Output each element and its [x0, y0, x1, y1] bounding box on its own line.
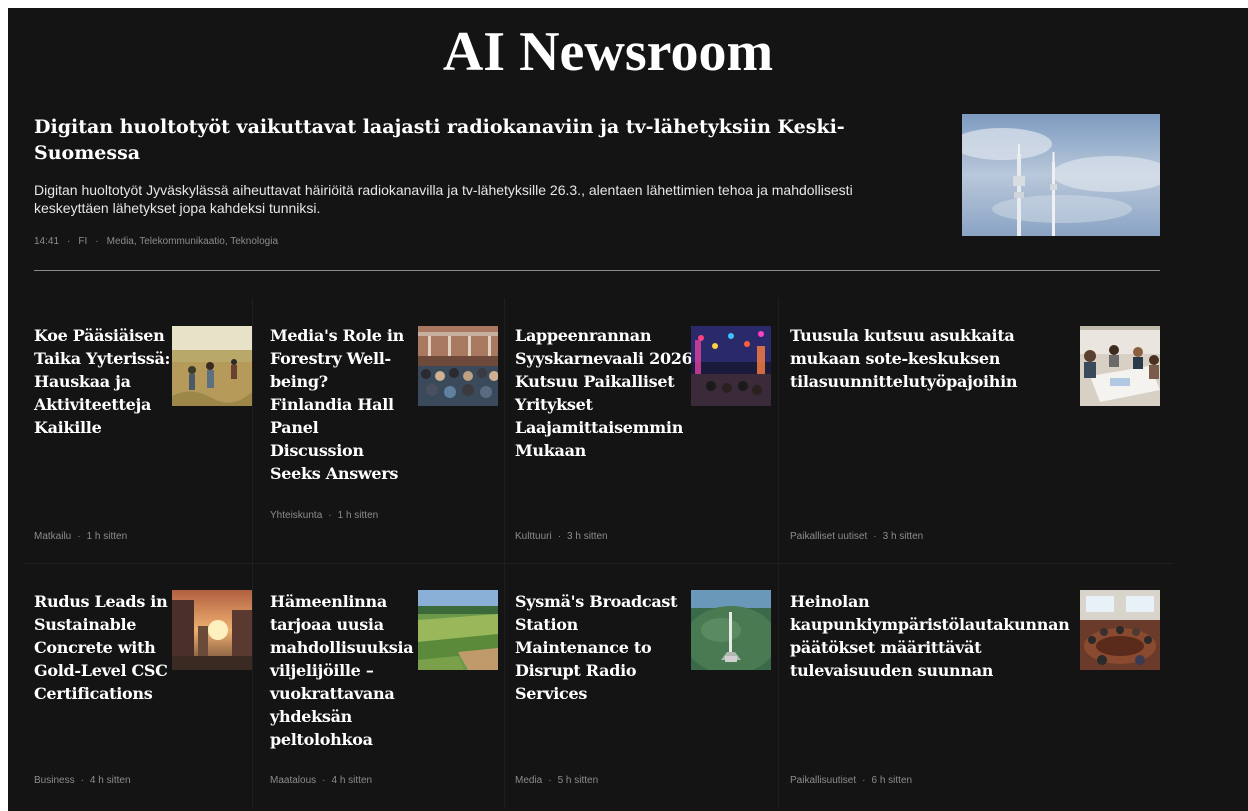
hero-language: FI: [78, 236, 88, 247]
meta-separator: ·: [328, 510, 332, 521]
broadcast-tower-image[interactable]: [691, 590, 771, 670]
card-meta: Maatalous · 4 h sitten: [270, 773, 372, 789]
grid-separator: [778, 298, 779, 808]
meta-separator: ·: [95, 236, 99, 247]
card-meta: Yhteiskunta · 1 h sitten: [270, 508, 390, 524]
carnival-image[interactable]: [691, 326, 771, 406]
card-time: 6 h sitten: [871, 775, 913, 786]
meadow-image[interactable]: [172, 326, 252, 406]
farm-fields-image[interactable]: [418, 590, 498, 670]
card-meta: Matkailu · 1 h sitten: [34, 529, 127, 545]
council-meeting-image[interactable]: [1080, 590, 1160, 670]
card-category[interactable]: Paikalliset uutiset: [790, 531, 867, 542]
article-card[interactable]: Media's Role in Forestry Well-being? Fin…: [270, 324, 500, 554]
card-title[interactable]: Rudus Leads in Sustainable Concrete with…: [34, 590, 176, 705]
card-category[interactable]: Yhteiskunta: [270, 510, 322, 521]
card-category[interactable]: Paikallisuutiset: [790, 775, 856, 786]
card-category[interactable]: Matkailu: [34, 531, 71, 542]
card-meta: Kulttuuri · 3 h sitten: [515, 529, 608, 545]
meta-separator: ·: [322, 775, 326, 786]
card-time: 4 h sitten: [331, 775, 373, 786]
meta-separator: ·: [873, 531, 877, 542]
workshop-image[interactable]: [1080, 326, 1160, 406]
card-meta: Media · 5 h sitten: [515, 773, 598, 789]
hero-categories: Media, Telekommunikaatio, Teknologia: [106, 236, 279, 247]
card-meta: Paikallisuutiset · 6 h sitten: [790, 773, 912, 789]
audience-image[interactable]: [418, 326, 498, 406]
card-title[interactable]: Heinolan kaupunkiympäristölautakunnan pä…: [790, 590, 1090, 682]
meta-separator: ·: [80, 775, 84, 786]
card-meta: Business · 4 h sitten: [34, 773, 131, 789]
article-card[interactable]: Heinolan kaupunkiympäristölautakunnan pä…: [790, 590, 1170, 800]
card-meta: Paikalliset uutiset · 3 h sitten: [790, 529, 923, 545]
article-card[interactable]: Lappeenrannan Syyskarnevaali 2026 Kutsuu…: [515, 324, 775, 554]
article-card[interactable]: Sysmä's Broadcast Station Maintenance to…: [515, 590, 775, 800]
article-card[interactable]: Hämeenlinna tarjoaa uusia mahdollisuuksi…: [270, 590, 500, 800]
article-card[interactable]: Rudus Leads in Sustainable Concrete with…: [34, 590, 254, 800]
card-title[interactable]: Tuusula kutsuu asukkaita mukaan sote-kes…: [790, 324, 1070, 393]
card-category[interactable]: Kulttuuri: [515, 531, 552, 542]
site-title[interactable]: AI Newsroom: [8, 22, 1208, 82]
card-category[interactable]: Media: [515, 775, 542, 786]
card-category[interactable]: Business: [34, 775, 75, 786]
meta-separator: ·: [557, 531, 562, 542]
meta-separator: ·: [862, 775, 866, 786]
card-time: 3 h sitten: [567, 531, 608, 542]
meta-separator: ·: [548, 775, 552, 786]
card-category[interactable]: Maatalous: [270, 775, 316, 786]
card-time: 1 h sitten: [86, 531, 128, 542]
meta-separator: ·: [77, 531, 81, 542]
grid-separator: [504, 298, 505, 808]
hero-title[interactable]: Digitan huoltotyöt vaikuttavat laajasti …: [34, 114, 864, 166]
card-time: 4 h sitten: [89, 775, 131, 786]
article-card[interactable]: Koe Pääsiäisen Taika Yyterissä: Hauskaa …: [34, 324, 254, 554]
hero-time: 14:41: [34, 236, 60, 247]
grid-separator: [24, 563, 1174, 564]
meta-separator: ·: [67, 236, 71, 247]
card-title[interactable]: Media's Role in Forestry Well-being? Fin…: [270, 324, 415, 485]
card-title[interactable]: Hämeenlinna tarjoaa uusia mahdollisuuksi…: [270, 590, 422, 751]
card-title[interactable]: Lappeenrannan Syyskarnevaali 2026 Kutsuu…: [515, 324, 693, 462]
card-time: 1 h sitten: [337, 510, 379, 521]
city-sunset-image[interactable]: [172, 590, 252, 670]
card-title[interactable]: Sysmä's Broadcast Station Maintenance to…: [515, 590, 690, 705]
card-title[interactable]: Koe Pääsiäisen Taika Yyterissä: Hauskaa …: [34, 324, 174, 439]
hero-meta: 14:41 · FI · Media, Telekommunikaatio, Tekno…: [34, 235, 278, 249]
radio-masts-image[interactable]: [962, 114, 1160, 236]
hero-summary: Digitan huoltotyöt Jyväskylässä aiheutta…: [34, 182, 853, 216]
card-time: 5 h sitten: [557, 775, 599, 786]
section-divider: [34, 270, 1160, 271]
news-page: AI Newsroom Digitan huoltotyöt vaikuttav…: [8, 8, 1248, 811]
card-time: 3 h sitten: [882, 531, 924, 542]
article-card[interactable]: Tuusula kutsuu asukkaita mukaan sote-kes…: [790, 324, 1170, 554]
